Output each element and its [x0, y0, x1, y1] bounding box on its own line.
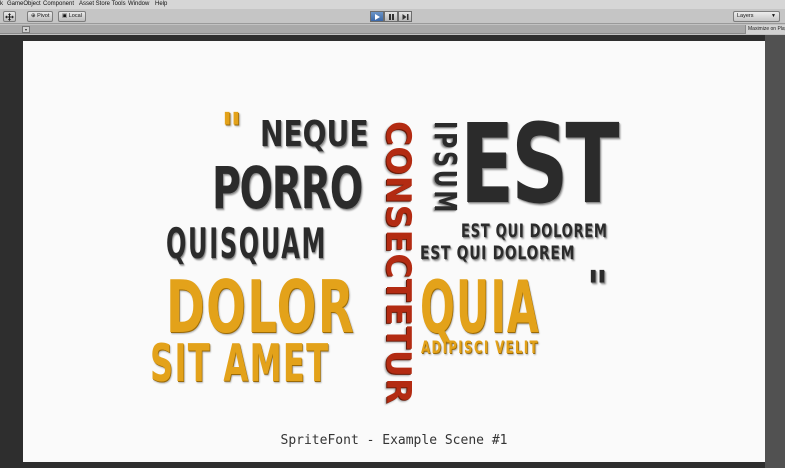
quote-close: ": [587, 261, 609, 315]
pause-button[interactable]: [384, 11, 398, 22]
word-neque: NEQUE: [260, 114, 369, 155]
word-consectetur: CONSECTETUR: [378, 121, 418, 405]
word-est-qui-dolorem-1: EST QUI DOLOREM: [461, 220, 608, 242]
scene-caption: SpriteFont - Example Scene #1: [280, 433, 508, 448]
menu-item-window[interactable]: Window: [128, 0, 149, 9]
pause-icon: [388, 13, 394, 20]
layers-dropdown[interactable]: Layers ▼: [733, 11, 780, 22]
viewport-gutter: [765, 35, 785, 468]
toolbar: ⊕ Pivot ▣ Local Layers ▼: [0, 9, 785, 24]
local-icon: ▣: [62, 13, 68, 19]
game-view-bar: ▾ Maximize on Play: [0, 25, 785, 34]
word-est-qui-dolorem-2: EST QUI DOLOREM: [420, 242, 576, 264]
menu-item-asset-store-tools[interactable]: Asset Store Tools: [79, 0, 126, 9]
play-button[interactable]: [370, 11, 384, 22]
local-label: Local: [68, 13, 82, 19]
menu-bar: k GameObject Component Asset Store Tools…: [0, 0, 785, 9]
step-button[interactable]: [398, 11, 412, 22]
play-icon: [374, 13, 380, 20]
hand-tool-button[interactable]: [3, 11, 16, 22]
chevron-down-icon: ▼: [771, 13, 776, 19]
layers-label: Layers: [737, 13, 754, 19]
word-quia: QUIA: [420, 265, 540, 349]
playback-controls: [370, 11, 412, 22]
word-adipisci-velit: ADIPISCI VELIT: [421, 338, 539, 358]
menu-item-gameobject[interactable]: GameObject: [7, 0, 41, 9]
menu-item-component[interactable]: Component: [43, 0, 74, 9]
move-tool-icon: [5, 12, 14, 21]
chevron-down-icon: ▾: [24, 27, 27, 32]
word-est: EST: [460, 100, 619, 228]
local-toggle-button[interactable]: ▣ Local: [58, 11, 86, 22]
scene-canvas: " NEQUE PORRO QUISQUAM CONSECTETUR IPSUM…: [23, 41, 765, 462]
pivot-icon: ⊕: [31, 13, 36, 19]
pivot-toggle-button[interactable]: ⊕ Pivot: [27, 11, 54, 22]
menu-item-truncated[interactable]: k: [0, 0, 3, 9]
word-dolor: DOLOR: [166, 265, 356, 349]
menu-item-help[interactable]: Help: [155, 0, 167, 9]
game-viewport[interactable]: " NEQUE PORRO QUISQUAM CONSECTETUR IPSUM…: [0, 35, 785, 468]
quote-open: ": [221, 103, 243, 157]
word-quisquam: QUISQUAM: [166, 219, 328, 268]
step-icon: [402, 13, 408, 20]
word-porro: PORRO: [212, 154, 363, 222]
pivot-label: Pivot: [37, 13, 50, 19]
word-ipsum: IPSUM: [427, 121, 462, 216]
word-sit-amet: SIT AMET: [150, 334, 330, 394]
aspect-dropdown[interactable]: ▾: [22, 26, 30, 33]
maximize-on-play-toggle[interactable]: Maximize on Play: [745, 25, 785, 34]
